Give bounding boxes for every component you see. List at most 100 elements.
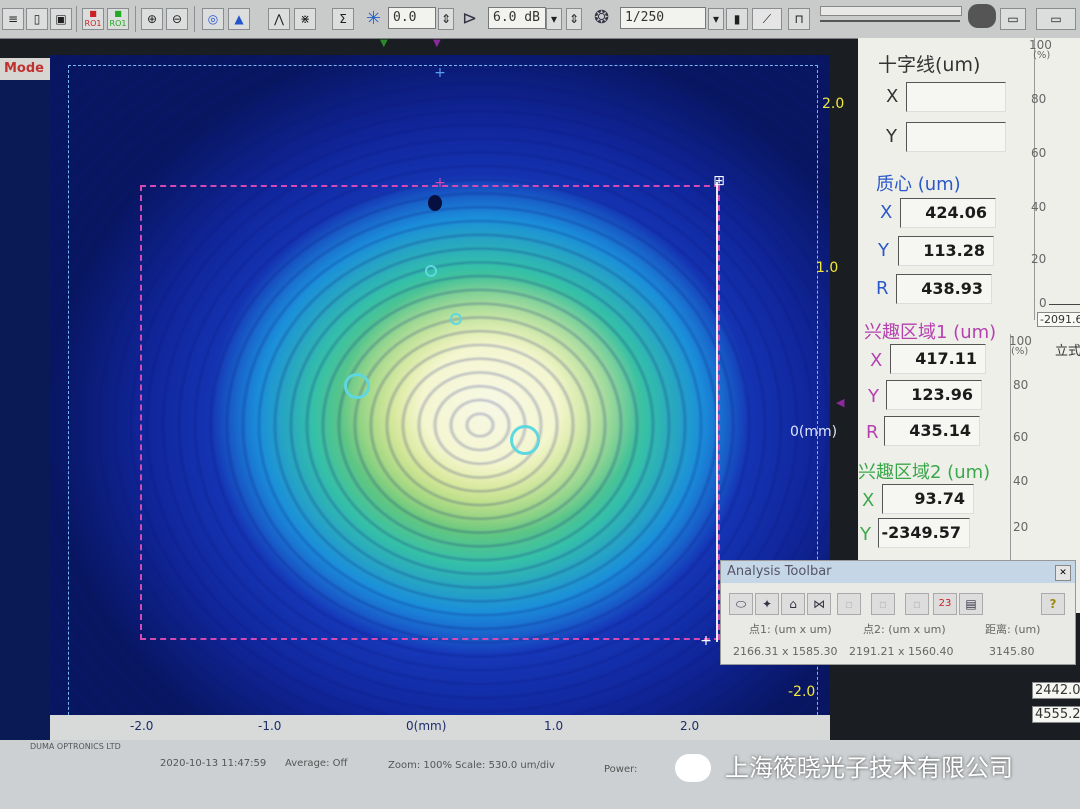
toolbar-divider xyxy=(194,6,195,32)
roi1-title: 兴趣区域1 (um) xyxy=(864,322,997,343)
analysis-toolbar-window: Analysis Toolbar ✕ ⬭ ✦ ⌂ ⋈ ▫ ▫ ▫ 23 ▤ ? … xyxy=(720,560,1076,665)
centroid-title: 质心 (um) xyxy=(876,174,961,195)
profile-type-label: 立式 xyxy=(1055,344,1080,359)
roi2-x-field: 93.74 xyxy=(882,484,974,514)
pulse-icon[interactable]: ⊓ xyxy=(788,8,810,30)
shutter-field[interactable]: 1/250 xyxy=(620,7,706,29)
roi2-y-field: -2349.57 xyxy=(878,518,970,548)
wechat-icon xyxy=(675,754,711,782)
watermark-text: 上海筱晓光子技术有限公司 xyxy=(725,754,1013,782)
beam-3d-icon[interactable]: ▲ xyxy=(228,8,250,30)
speaker-icon[interactable] xyxy=(968,4,996,28)
toolbar-divider xyxy=(76,6,77,32)
profile-trace xyxy=(1049,286,1080,305)
zoom-in-icon[interactable]: ⊕ xyxy=(141,8,163,30)
number-tool-icon[interactable]: 23 xyxy=(933,593,957,615)
analysis-toolbar-title: Analysis Toolbar xyxy=(721,561,1075,583)
point-tool-icon[interactable]: ✦ xyxy=(755,593,779,615)
profile-sum-icon[interactable]: ⋇ xyxy=(294,8,316,30)
distance-value: 3145.80 xyxy=(989,645,1035,658)
gain-dropdown[interactable]: ▾ xyxy=(546,8,562,30)
roi2-title: 兴趣区域2 (um) xyxy=(858,462,991,483)
roi1-r-label: R xyxy=(866,422,879,443)
close-icon[interactable]: ✕ xyxy=(1055,565,1071,581)
roi1-y-label: Y xyxy=(868,386,879,407)
point1-header: 点1: (um x um) xyxy=(749,623,832,636)
roi1-r-field: 435.14 xyxy=(884,416,980,446)
roi1-x-label: X xyxy=(870,350,883,371)
offset-spinner[interactable]: ⇕ xyxy=(438,8,454,30)
x-tick-label: -1.0 xyxy=(258,719,282,733)
side-value: 2442.01 xyxy=(1032,682,1080,699)
shape-tool-icon[interactable]: ⌂ xyxy=(781,593,805,615)
shutter-dropdown[interactable]: ▾ xyxy=(708,8,724,30)
x-marker-green: ▼ xyxy=(380,38,388,49)
x-marker-purple: ▼ xyxy=(433,38,441,49)
measure-point-2-icon[interactable]: + xyxy=(699,634,713,648)
beam-2d-icon[interactable]: ◎ xyxy=(202,8,224,30)
slider-track xyxy=(820,20,960,22)
window-icon[interactable]: ▭ xyxy=(1036,8,1076,30)
roi-handle-icon[interactable]: + xyxy=(433,176,447,190)
roi-handle-icon[interactable]: + xyxy=(433,66,447,80)
monitor-icon[interactable]: ▣ xyxy=(50,8,72,30)
gain-icon: ⊳ xyxy=(462,8,478,29)
roi1-button[interactable]: ■ RO1 xyxy=(82,8,104,30)
y-tick-label: 1.0 xyxy=(816,260,839,276)
roi2-x-label: X xyxy=(862,490,875,511)
sun-icon[interactable]: ✳ xyxy=(366,8,381,29)
profile-readout: -2091.6 xyxy=(1037,312,1080,327)
disabled-tool-icon[interactable]: ▫ xyxy=(837,593,861,615)
crosshair-title: 十字线(um) xyxy=(878,54,981,76)
y-marker-purple: ◀ xyxy=(836,396,845,409)
y-tick-label: 0(mm) xyxy=(790,424,838,440)
page-icon[interactable]: ▯ xyxy=(26,8,48,30)
measure-tool-icon[interactable]: ⋈ xyxy=(807,593,831,615)
list-icon[interactable]: ≡ xyxy=(2,8,24,30)
roi1-y-field: 123.96 xyxy=(886,380,982,410)
y-tick-label: -2.0 xyxy=(788,684,816,700)
shutter-icon: ❂ xyxy=(594,7,610,28)
point2-value: 2191.21 x 1560.40 xyxy=(849,645,954,658)
x-tick-label: 2.0 xyxy=(680,719,700,733)
status-datetime: 2020-10-13 11:47:59 xyxy=(160,758,267,769)
report-icon[interactable]: ▤ xyxy=(959,593,983,615)
zoom-out-icon[interactable]: ⊖ xyxy=(166,8,188,30)
bar-level-icon[interactable]: ▮ xyxy=(726,8,748,30)
ellipse-tool-icon[interactable]: ⬭ xyxy=(729,593,753,615)
gain-field[interactable]: 6.0 dB xyxy=(488,7,546,29)
panel-icon[interactable]: ▭ xyxy=(1000,8,1026,30)
x-axis-bar: -2.0 -1.0 0(mm) 1.0 2.0 xyxy=(50,715,830,740)
crosshair-y-label: Y xyxy=(886,126,897,147)
x-tick-label: -2.0 xyxy=(130,719,154,733)
disabled-tool-icon[interactable]: ▫ xyxy=(871,593,895,615)
side-value: 4555.23 xyxy=(1032,706,1080,723)
crosshair-y-field xyxy=(906,122,1006,152)
distance-header: 距离: (um) xyxy=(985,623,1041,636)
pattern-icon[interactable]: ⟋ xyxy=(752,8,782,30)
centroid-y-label: Y xyxy=(878,240,889,261)
centroid-r-field: 438.93 xyxy=(896,274,992,304)
profile-icon[interactable]: ⋀ xyxy=(268,8,290,30)
point1-value: 2166.31 x 1585.30 xyxy=(733,645,838,658)
offset-field[interactable]: 0.0 xyxy=(388,7,436,29)
toolbar-divider xyxy=(135,6,136,32)
status-zoom: Zoom: 100% Scale: 530.0 um/div xyxy=(388,760,555,771)
roi2-button[interactable]: ■ RO1 xyxy=(107,8,129,30)
centroid-x-field: 424.06 xyxy=(900,198,996,228)
exposure-slider[interactable] xyxy=(820,6,962,16)
measure-line[interactable] xyxy=(716,182,718,642)
roi1-rectangle[interactable] xyxy=(140,185,720,640)
gain-spinner[interactable]: ⇕ xyxy=(566,8,582,30)
company-logo: DUMA OPTRONICS LTD xyxy=(30,742,121,751)
centroid-y-field: 113.28 xyxy=(898,236,994,266)
stats-icon[interactable]: Σ xyxy=(332,8,354,30)
centroid-x-label: X xyxy=(880,202,893,223)
x-tick-label: 0(mm) xyxy=(406,719,447,733)
point2-header: 点2: (um x um) xyxy=(863,623,946,636)
measure-point-1-icon[interactable]: ⊞ xyxy=(712,174,726,188)
measurement-panel: 十字线(um) X Y 质心 (um) X 424.06 Y 113.28 R … xyxy=(858,38,1080,614)
disabled-tool-icon[interactable]: ▫ xyxy=(905,593,929,615)
help-icon[interactable]: ? xyxy=(1041,593,1065,615)
x-tick-label: 1.0 xyxy=(544,719,564,733)
